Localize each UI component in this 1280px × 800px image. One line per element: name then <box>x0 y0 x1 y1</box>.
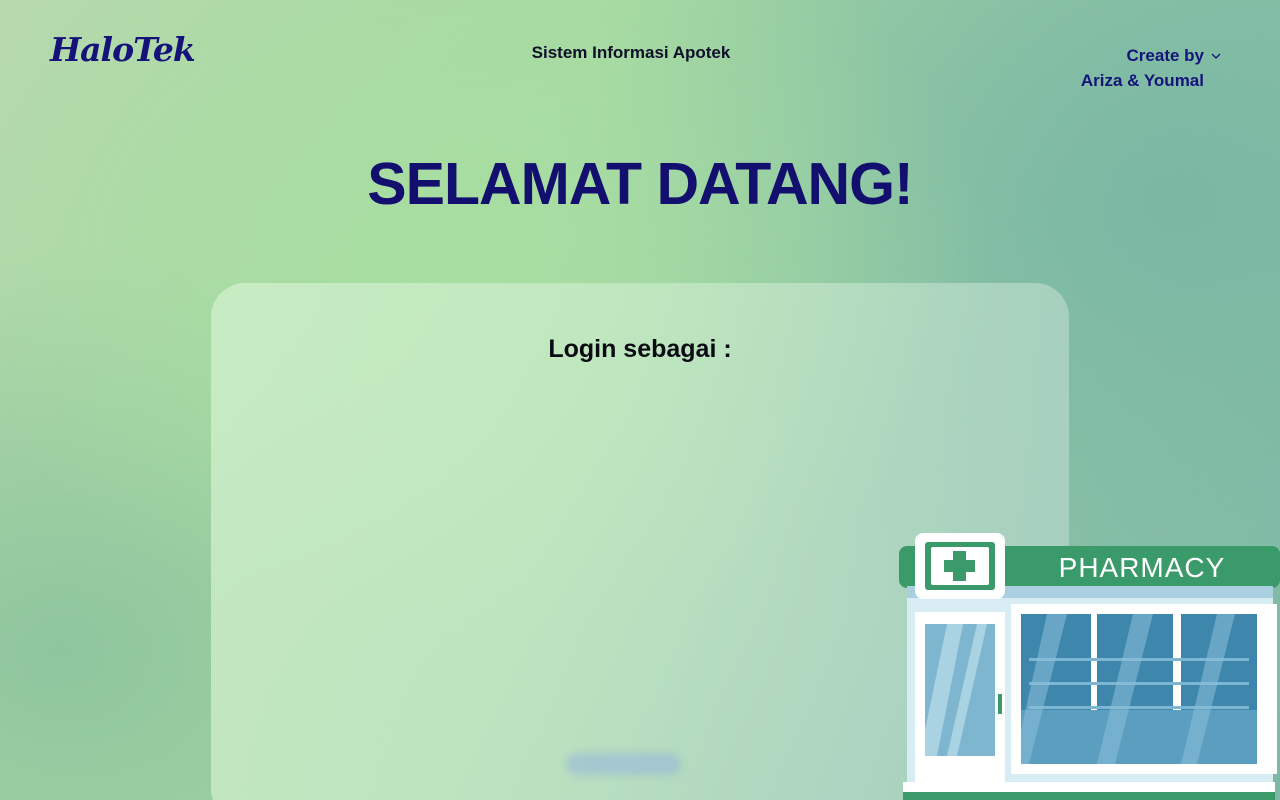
app-subtitle: Sistem Informasi Apotek <box>531 43 731 62</box>
chevron-down-icon <box>1211 53 1221 59</box>
creator-label: Create by <box>1126 46 1204 65</box>
welcome-heading: SELAMAT DATANG! <box>367 151 913 217</box>
pharmacy-illustration: PHARMACY <box>899 533 1280 800</box>
blurred-login-button[interactable] <box>566 753 681 775</box>
creator-menu[interactable]: Create by Ariza & Youmal <box>1081 43 1222 93</box>
creator-names: Ariza & Youmal <box>1080 71 1204 90</box>
login-as-label: Login sebagai : <box>548 335 732 363</box>
pharmacy-sign-text: PHARMACY <box>1059 552 1226 583</box>
